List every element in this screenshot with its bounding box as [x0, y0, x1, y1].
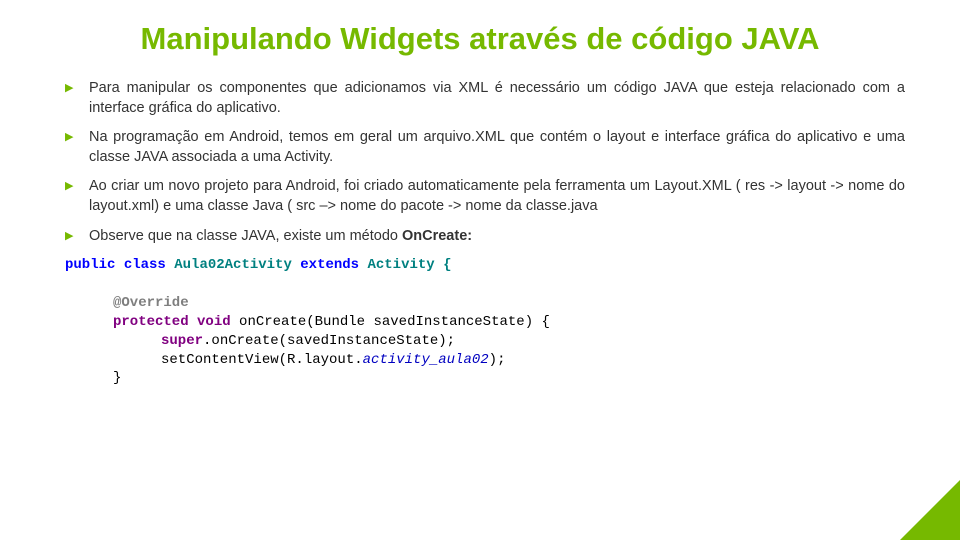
bullet-item: Ao criar um novo projeto para Android, f…	[65, 177, 905, 216]
annotation: @Override	[113, 295, 189, 311]
kw: public	[65, 257, 115, 273]
bullet-item: Observe que na classe JAVA, existe um mé…	[65, 227, 905, 247]
bullet-text: Observe que na classe JAVA, existe um mé…	[89, 228, 402, 244]
kw: void	[197, 314, 231, 330]
code-line: public class Aula02Activity extends Acti…	[65, 256, 905, 275]
kw: protected	[113, 314, 189, 330]
code-text: setContentView(R.layout.	[161, 352, 363, 368]
kw: super	[161, 333, 203, 349]
code-text: );	[489, 352, 506, 368]
code-line: @Override	[113, 294, 905, 313]
field-ref: activity_aula02	[363, 352, 489, 368]
code-line: super.onCreate(savedInstanceState);	[161, 332, 905, 351]
code-text: onCreate(Bundle savedInstanceState) {	[231, 314, 550, 330]
class-name: Activity {	[359, 257, 451, 273]
code-line: setContentView(R.layout.activity_aula02)…	[161, 351, 905, 370]
class-name: Aula02Activity	[166, 257, 300, 273]
code-block: public class Aula02Activity extends Acti…	[65, 256, 905, 388]
code-text: .onCreate(savedInstanceState);	[203, 333, 455, 349]
code-line: protected void onCreate(Bundle savedInst…	[113, 313, 905, 332]
code-line: }	[113, 369, 905, 388]
bullet-bold: OnCreate:	[402, 228, 472, 244]
bullet-item: Para manipular os componentes que adicio…	[65, 79, 905, 118]
kw: extends	[300, 257, 359, 273]
slide-title: Manipulando Widgets através de código JA…	[55, 20, 905, 57]
bullet-list: Para manipular os componentes que adicio…	[65, 79, 905, 246]
code-blank	[65, 275, 905, 294]
kw: class	[124, 257, 166, 273]
code-text: }	[113, 370, 121, 386]
bullet-item: Na programação em Android, temos em gera…	[65, 128, 905, 167]
corner-decoration	[900, 480, 960, 540]
